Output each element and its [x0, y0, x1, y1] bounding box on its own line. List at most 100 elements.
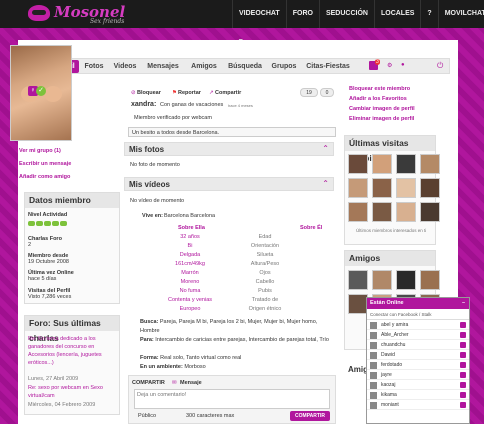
user-icon[interactable]: ● — [401, 62, 405, 68]
attr-value: 32 años — [180, 234, 200, 240]
friend-thumb[interactable] — [372, 270, 392, 290]
profile-tabs: ⌂ Tu Perfil Fotos Videos Mensajes Amigos… — [26, 58, 450, 74]
tab-videos[interactable]: Videos — [110, 60, 140, 73]
visitor-thumb[interactable] — [396, 202, 416, 222]
videos-section[interactable]: Mis vídeos ⌃ — [124, 177, 334, 191]
friend-thumb[interactable] — [348, 270, 368, 290]
tab-amigos[interactable]: Amigos — [187, 60, 221, 73]
visitor-thumb[interactable] — [372, 202, 392, 222]
avatar — [370, 402, 377, 409]
visitor-thumb[interactable] — [420, 154, 440, 174]
power-icon[interactable]: ⏻ — [437, 61, 443, 71]
visitor-thumb[interactable] — [348, 202, 368, 222]
tab-fotos[interactable]: Fotos — [81, 60, 107, 73]
settings-icon[interactable]: ⚙ — [387, 62, 392, 69]
avatar — [370, 392, 377, 399]
webcam-icon[interactable] — [460, 372, 466, 378]
avatar — [370, 332, 377, 339]
chat-user[interactable]: abel y amira — [367, 320, 469, 330]
attr-label: Tratado de — [251, 297, 279, 303]
visitas-value: Visto 7,286 veces — [28, 294, 72, 300]
webcam-icon[interactable] — [460, 332, 466, 338]
friend-thumb[interactable] — [420, 270, 440, 290]
nav-locales[interactable]: LOCALES — [373, 0, 420, 28]
chat-user-name: abel y amira — [381, 322, 409, 328]
link-anadir-amigo[interactable]: Añadir como amigo — [19, 174, 70, 180]
attr-value: 161cm/49kg — [175, 261, 205, 267]
visitor-thumb[interactable] — [420, 178, 440, 198]
like-button[interactable]: 19 — [300, 88, 318, 97]
minimize-icon[interactable]: – — [462, 298, 465, 309]
webcam-icon[interactable] — [460, 322, 466, 328]
visitor-thumb[interactable] — [396, 154, 416, 174]
action-bloquear[interactable]: Bloquear — [137, 90, 161, 96]
visitor-thumb[interactable] — [372, 154, 392, 174]
forum-post-1[interactable]: Re: En tema dedicado a los ganadores del… — [28, 335, 116, 367]
action-reportar[interactable]: Reportar — [178, 90, 201, 96]
privacy-select[interactable]: Público — [138, 413, 156, 419]
chat-user-name: kaozaj — [381, 382, 396, 388]
verified-icon: ✓ — [36, 86, 46, 96]
chevron-up-icon[interactable]: ⌃ — [322, 179, 329, 188]
tab-busqueda[interactable]: Búsqueda — [225, 60, 265, 73]
mensaje-label[interactable]: Mensaje — [180, 380, 202, 386]
chat-user[interactable]: Dawid — [367, 350, 469, 360]
webcam-icon[interactable] — [460, 382, 466, 388]
tab-grupos[interactable]: Grupos — [269, 60, 299, 73]
activity-icon — [60, 221, 67, 226]
friend-thumb[interactable] — [396, 270, 416, 290]
webcam-icon[interactable] — [460, 342, 466, 348]
chat-user[interactable]: kikama — [367, 390, 469, 400]
nav-videochat[interactable]: VIDEOCHAT ▾ — [232, 0, 286, 45]
chat-user[interactable]: ferdotado — [367, 360, 469, 370]
tab-mensajes[interactable]: Mensajes — [143, 60, 183, 73]
chat-subtitle: Conectar con Facebook / Stalk — [367, 309, 469, 320]
visitor-thumb[interactable] — [348, 154, 368, 174]
charlas-value: 2 — [28, 242, 32, 248]
activity-icon — [36, 221, 43, 226]
attr-label: Origen étnico — [248, 306, 282, 312]
sobre-el-tab[interactable]: Sobre Él — [300, 225, 322, 231]
chat-header[interactable]: Están Online – — [367, 298, 469, 309]
chat-user[interactable]: chuandchu — [367, 340, 469, 350]
chat-user[interactable]: Able_Archer — [367, 330, 469, 340]
sobre-ella-tab[interactable]: Sobre Ella — [178, 225, 205, 231]
fotos-section[interactable]: Mis fotos ⌃ — [124, 142, 334, 156]
link-cambiar-imagen[interactable]: Cambiar imagen de perfil — [349, 106, 415, 112]
webcam-icon[interactable] — [460, 362, 466, 368]
friend-thumb[interactable] — [348, 294, 368, 314]
chars-left: 300 caracteres max — [186, 413, 235, 419]
visitor-thumb[interactable] — [420, 202, 440, 222]
para-row: Para: Intercambio de caricias entre pare… — [140, 336, 336, 345]
chat-user[interactable]: moniant — [367, 400, 469, 410]
forma-label: Forma: — [140, 355, 159, 361]
chat-user[interactable]: kaozaj — [367, 380, 469, 390]
forum-post-1-date: Lunes, 27 Abril 2009 — [28, 376, 79, 382]
link-ver-grupo[interactable]: Ver mi grupo (1) — [19, 148, 61, 154]
nav-seduccion[interactable]: SEDUCCIÓN — [318, 0, 374, 28]
nav-foro[interactable]: FORO — [285, 0, 319, 28]
chevron-up-icon[interactable]: ⌃ — [322, 144, 329, 153]
site-logo[interactable]: Mosonel Sex friends — [28, 2, 158, 26]
dislike-button[interactable]: 0 — [320, 88, 334, 97]
action-compartir[interactable]: Compartir — [215, 90, 241, 96]
brand-tagline: Sex friends — [90, 18, 125, 25]
comment-textarea[interactable] — [134, 389, 330, 409]
link-bloquear-miembro[interactable]: Bloquear este miembro — [349, 86, 410, 92]
link-eliminar-imagen[interactable]: Eliminar imagen de perfil — [349, 116, 414, 122]
webcam-icon[interactable] — [460, 392, 466, 398]
visitor-thumb[interactable] — [396, 178, 416, 198]
webcam-icon[interactable] — [460, 402, 466, 408]
ambiente-row: En un ambiente: Morboso — [140, 363, 336, 372]
visitor-thumb[interactable] — [348, 178, 368, 198]
link-escribir-mensaje[interactable]: Escribir un mensaje — [19, 161, 71, 167]
chat-user[interactable]: jayre — [367, 370, 469, 380]
forum-post-2[interactable]: Re: sexo por webcam en Sexo virtual/cam — [28, 384, 116, 400]
nav-movilchat[interactable]: MOVILCHAT — [437, 0, 484, 28]
tab-citas-fiestas[interactable]: Citas-Fiestas — [303, 60, 353, 73]
link-anadir-favoritos[interactable]: Añadir a los Favoritos — [349, 96, 407, 102]
webcam-icon[interactable] — [460, 352, 466, 358]
publish-button[interactable]: COMPARTIR — [290, 411, 330, 421]
visitor-thumb[interactable] — [372, 178, 392, 198]
nav-help[interactable]: ? — [420, 0, 437, 28]
